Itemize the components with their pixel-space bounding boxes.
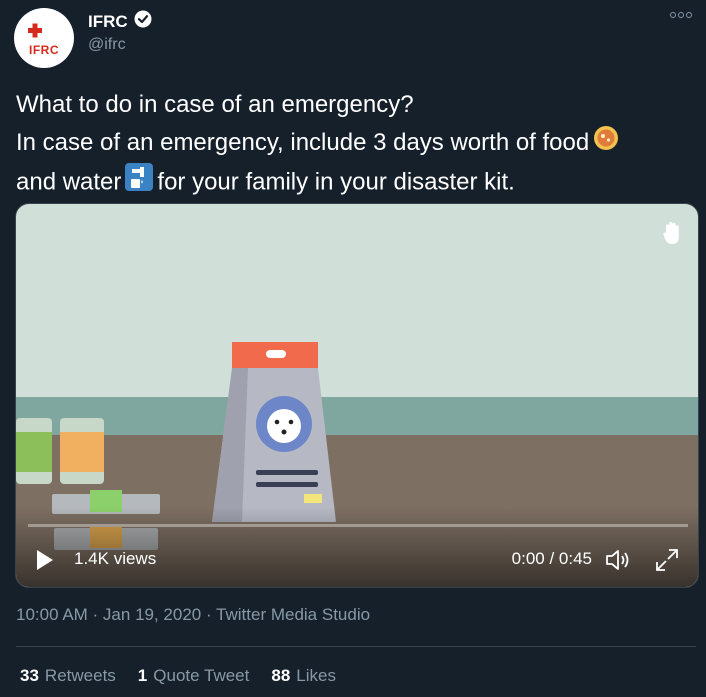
- quote-tweets-stat[interactable]: 1 Quote Tweet: [138, 666, 250, 686]
- retweets-stat[interactable]: 33 Retweets: [20, 666, 116, 686]
- verified-badge-icon: [134, 10, 152, 33]
- video-scene-sea: [16, 397, 698, 435]
- retweets-count: 33: [20, 666, 39, 685]
- play-icon[interactable]: [36, 549, 54, 576]
- account-handle[interactable]: @ifrc: [88, 36, 126, 54]
- quotes-count: 1: [137, 666, 148, 685]
- volume-icon[interactable]: [604, 547, 634, 578]
- jars-illustration: [16, 418, 104, 484]
- potable-water-emoji-icon: [125, 162, 154, 203]
- divider: [16, 646, 696, 647]
- tweet-line-3a-text: and water: [16, 168, 122, 195]
- video-controls: 1.4K views 0:00 / 0:45: [16, 545, 698, 575]
- tweet-line-2: In case of an emergency, include 3 days …: [16, 124, 696, 163]
- quotes-label: Quote Tweet: [153, 666, 250, 685]
- likes-count: 88: [271, 666, 291, 685]
- more-options-icon[interactable]: [670, 12, 692, 18]
- retweets-label: Retweets: [44, 666, 116, 685]
- tweet-line-3: and water for your family in your disaste…: [16, 162, 696, 203]
- account-name-row[interactable]: IFRC: [88, 10, 152, 33]
- tweet-stats: 33 Retweets 1 Quote Tweet 88 Likes: [20, 666, 336, 686]
- likes-stat[interactable]: 88 Likes: [271, 666, 336, 686]
- tweet-line-2-text: In case of an emergency, include 3 days …: [16, 129, 590, 156]
- hand-icon[interactable]: [662, 220, 684, 251]
- dog-food-bag-illustration: [212, 342, 336, 522]
- tweet-timestamp[interactable]: 10:00 AM · Jan 19, 2020 · Twitter Media …: [16, 605, 370, 625]
- video-time: 0:00 / 0:45: [511, 549, 592, 568]
- video-player[interactable]: 1.4K views 0:00 / 0:45: [15, 203, 699, 588]
- tweet-line-3b-text: for your family in your disaster kit.: [157, 168, 515, 195]
- tweet-line-1: What to do in case of an emergency?: [16, 91, 414, 118]
- red-cross-crescent-icon: [24, 19, 64, 43]
- likes-label: Likes: [296, 666, 336, 685]
- account-name[interactable]: IFRC: [88, 12, 128, 32]
- food-bowl-emoji-icon: [593, 125, 619, 163]
- avatar[interactable]: IFRC: [14, 8, 74, 68]
- video-views: 1.4K views: [74, 549, 157, 568]
- fullscreen-expand-icon[interactable]: [654, 547, 680, 578]
- avatar-label: IFRC: [29, 43, 59, 57]
- tweet-text: What to do in case of an emergency? In c…: [16, 86, 696, 203]
